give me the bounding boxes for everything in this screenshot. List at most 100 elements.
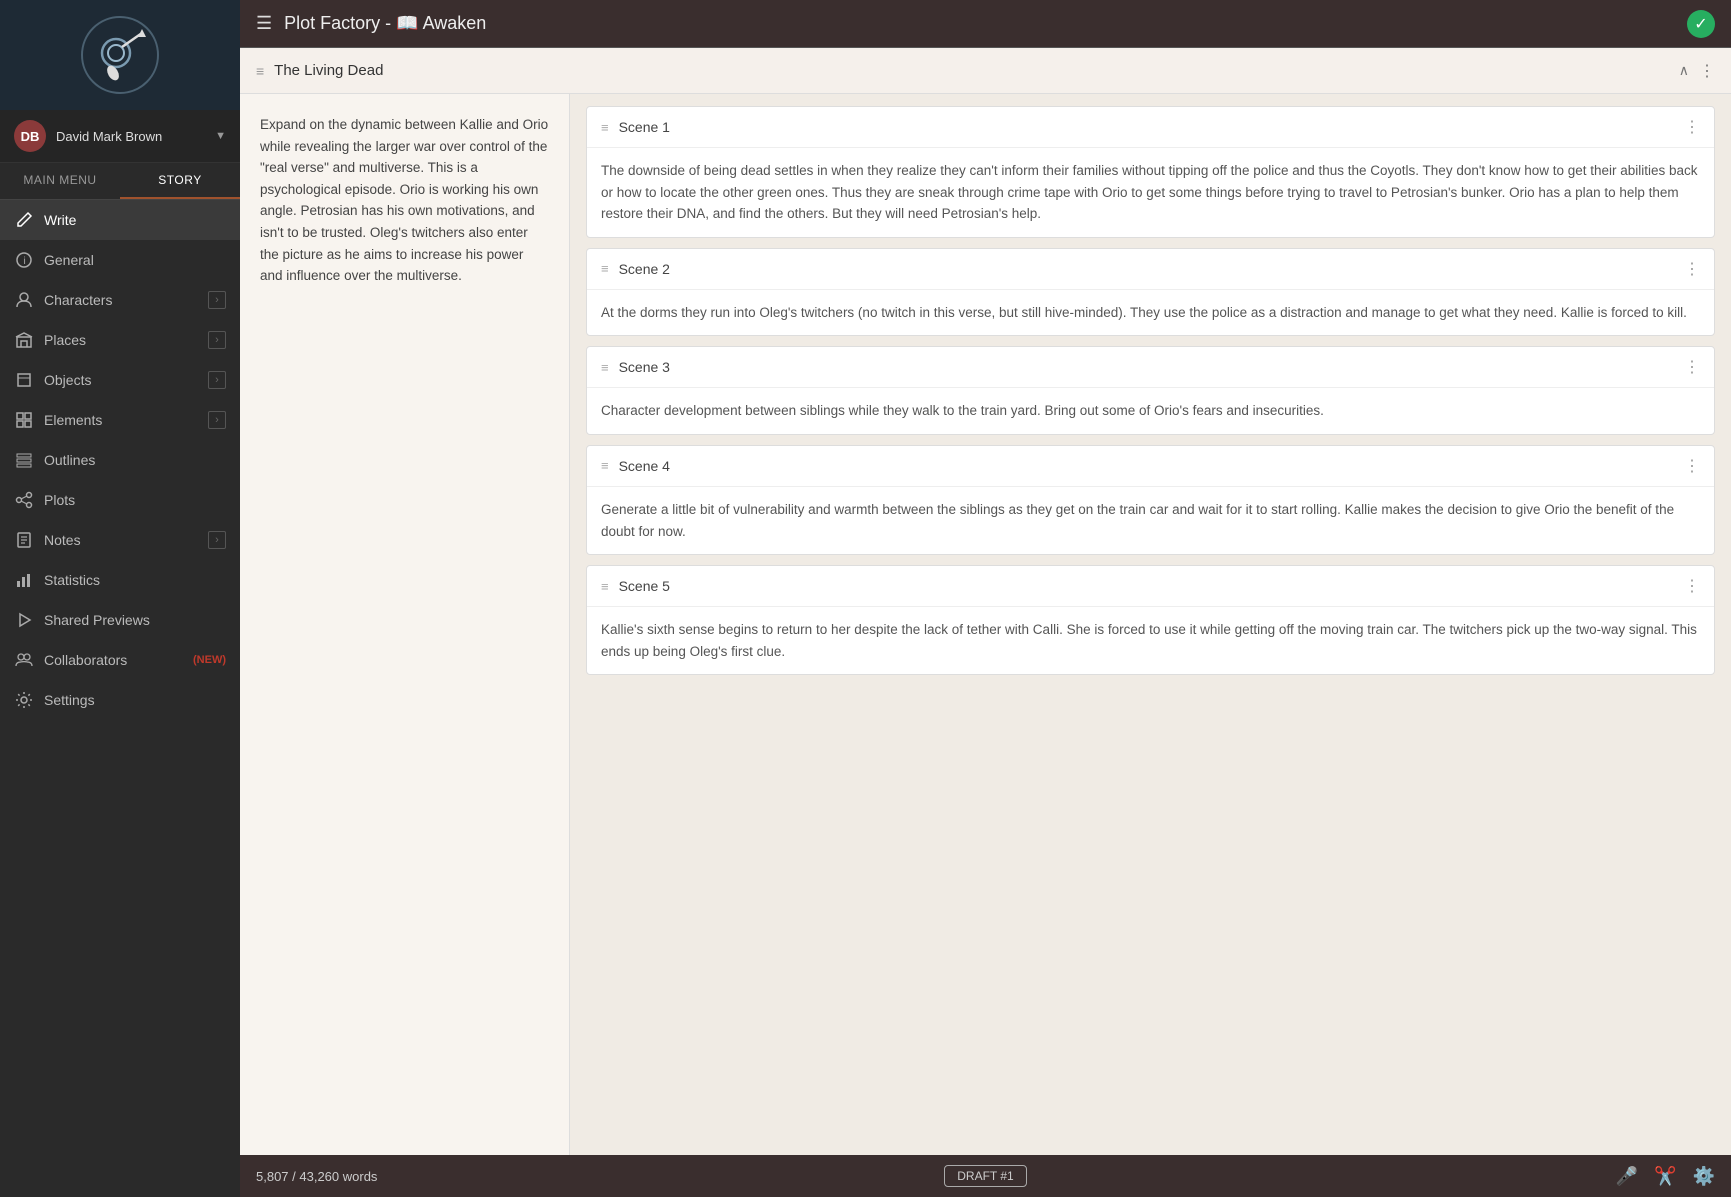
sidebar-item-plots[interactable]: Plots — [0, 480, 240, 520]
sidebar-item-label: Statistics — [44, 572, 226, 588]
sidebar: DB David Mark Brown ▼ MAIN MENU STORY Wr… — [0, 0, 240, 1197]
expand-icon[interactable]: › — [208, 331, 226, 349]
scene-drag-icon: ≡ — [601, 261, 609, 276]
status-check-icon: ✓ — [1687, 10, 1715, 38]
collapse-icon[interactable]: ∧ — [1679, 62, 1689, 79]
draft-badge[interactable]: DRAFT #1 — [944, 1165, 1026, 1187]
tab-main-menu[interactable]: MAIN MENU — [0, 163, 120, 199]
sidebar-item-statistics[interactable]: Statistics — [0, 560, 240, 600]
microphone-icon[interactable]: 🎤 — [1616, 1166, 1638, 1187]
sidebar-item-label: Collaborators — [44, 652, 183, 668]
scene-more-icon[interactable]: ⋮ — [1684, 117, 1700, 137]
scene-more-icon[interactable]: ⋮ — [1684, 576, 1700, 596]
sidebar-item-label: Plots — [44, 492, 226, 508]
tab-story[interactable]: STORY — [120, 163, 240, 199]
notes-icon — [14, 530, 34, 550]
expand-icon[interactable]: › — [208, 291, 226, 309]
scene-header: ≡ Scene 5 ⋮ — [587, 566, 1714, 607]
collaborators-icon — [14, 650, 34, 670]
sidebar-item-notes[interactable]: Notes › — [0, 520, 240, 560]
plots-icon — [14, 490, 34, 510]
scene-card: ≡ Scene 1 ⋮ The downside of being dead s… — [586, 106, 1715, 238]
word-count: 5,807 / 43,260 words — [256, 1169, 944, 1184]
sidebar-item-label: Outlines — [44, 452, 226, 468]
episode-header: ≡ The Living Dead ∧ ⋮ — [240, 48, 1731, 94]
scene-body: Kallie's sixth sense begins to return to… — [587, 607, 1714, 674]
bottombar: 5,807 / 43,260 words DRAFT #1 🎤 ✂️ ⚙️ — [240, 1155, 1731, 1197]
svg-text:i: i — [24, 256, 26, 267]
sidebar-item-label: Places — [44, 332, 198, 348]
user-menu[interactable]: DB David Mark Brown ▼ — [0, 110, 240, 163]
sidebar-item-label: Objects — [44, 372, 198, 388]
scene-drag-icon: ≡ — [601, 360, 609, 375]
scene-drag-icon: ≡ — [601, 458, 609, 473]
elements-icon — [14, 410, 34, 430]
user-name: David Mark Brown — [56, 129, 205, 144]
scene-title: Scene 3 — [619, 359, 1674, 375]
episode-summary-panel: Expand on the dynamic between Kallie and… — [240, 94, 570, 1155]
expand-icon[interactable]: › — [208, 411, 226, 429]
sidebar-item-collaborators[interactable]: Collaborators (NEW) — [0, 640, 240, 680]
scenes-panel: ≡ Scene 1 ⋮ The downside of being dead s… — [570, 94, 1731, 1155]
objects-icon — [14, 370, 34, 390]
shared-previews-icon — [14, 610, 34, 630]
drag-icon: ≡ — [256, 63, 264, 79]
sidebar-item-label: General — [44, 252, 226, 268]
settings-gear-icon[interactable]: ⚙️ — [1693, 1166, 1715, 1187]
places-icon — [14, 330, 34, 350]
story-name: Awaken — [423, 13, 487, 33]
sidebar-item-characters[interactable]: Characters › — [0, 280, 240, 320]
scene-header: ≡ Scene 2 ⋮ — [587, 249, 1714, 290]
scene-body: The downside of being dead settles in wh… — [587, 148, 1714, 237]
sidebar-tabs: MAIN MENU STORY — [0, 163, 240, 200]
episode-summary-text: Expand on the dynamic between Kallie and… — [260, 114, 549, 287]
tools-icon[interactable]: ✂️ — [1654, 1166, 1676, 1187]
book-icon: 📖 — [396, 13, 418, 33]
scene-header: ≡ Scene 3 ⋮ — [587, 347, 1714, 388]
scene-more-icon[interactable]: ⋮ — [1684, 259, 1700, 279]
sidebar-item-label: Elements — [44, 412, 198, 428]
expand-icon[interactable]: › — [208, 531, 226, 549]
avatar: DB — [14, 120, 46, 152]
user-chevron-icon: ▼ — [215, 130, 226, 142]
characters-icon — [14, 290, 34, 310]
scene-title: Scene 4 — [619, 458, 1674, 474]
topbar: ☰ Plot Factory - 📖 Awaken ✓ — [240, 0, 1731, 48]
scene-title: Scene 5 — [619, 578, 1674, 594]
topbar-title-text: Plot Factory - — [284, 13, 396, 33]
outlines-icon — [14, 450, 34, 470]
scene-drag-icon: ≡ — [601, 579, 609, 594]
hamburger-icon[interactable]: ☰ — [256, 13, 272, 34]
scene-title: Scene 2 — [619, 261, 1674, 277]
sidebar-item-label: Characters — [44, 292, 198, 308]
scene-header: ≡ Scene 1 ⋮ — [587, 107, 1714, 148]
statistics-icon — [14, 570, 34, 590]
scene-more-icon[interactable]: ⋮ — [1684, 357, 1700, 377]
sidebar-item-objects[interactable]: Objects › — [0, 360, 240, 400]
sidebar-item-label: Notes — [44, 532, 198, 548]
sidebar-item-label: Shared Previews — [44, 612, 226, 628]
sidebar-item-outlines[interactable]: Outlines — [0, 440, 240, 480]
app-title: Plot Factory - 📖 Awaken — [284, 13, 486, 34]
sidebar-item-label: Settings — [44, 692, 226, 708]
bottom-icons: 🎤 ✂️ ⚙️ — [1027, 1166, 1715, 1187]
sidebar-item-settings[interactable]: Settings — [0, 680, 240, 720]
sidebar-item-elements[interactable]: Elements › — [0, 400, 240, 440]
scene-body: At the dorms they run into Oleg's twitch… — [587, 290, 1714, 336]
episode-title: The Living Dead — [274, 62, 1669, 79]
scene-header: ≡ Scene 4 ⋮ — [587, 446, 1714, 487]
scene-drag-icon: ≡ — [601, 120, 609, 135]
scene-more-icon[interactable]: ⋮ — [1684, 456, 1700, 476]
expand-icon[interactable]: › — [208, 371, 226, 389]
scene-card: ≡ Scene 5 ⋮ Kallie's sixth sense begins … — [586, 565, 1715, 675]
general-icon: i — [14, 250, 34, 270]
sidebar-item-places[interactable]: Places › — [0, 320, 240, 360]
sidebar-item-write[interactable]: Write — [0, 200, 240, 240]
scene-title: Scene 1 — [619, 119, 1674, 135]
episode-body: Expand on the dynamic between Kallie and… — [240, 94, 1731, 1155]
sidebar-nav: Write i General Characters › Places › — [0, 200, 240, 1197]
sidebar-item-shared-previews[interactable]: Shared Previews — [0, 600, 240, 640]
settings-icon — [14, 690, 34, 710]
more-options-icon[interactable]: ⋮ — [1699, 61, 1715, 81]
sidebar-item-general[interactable]: i General — [0, 240, 240, 280]
